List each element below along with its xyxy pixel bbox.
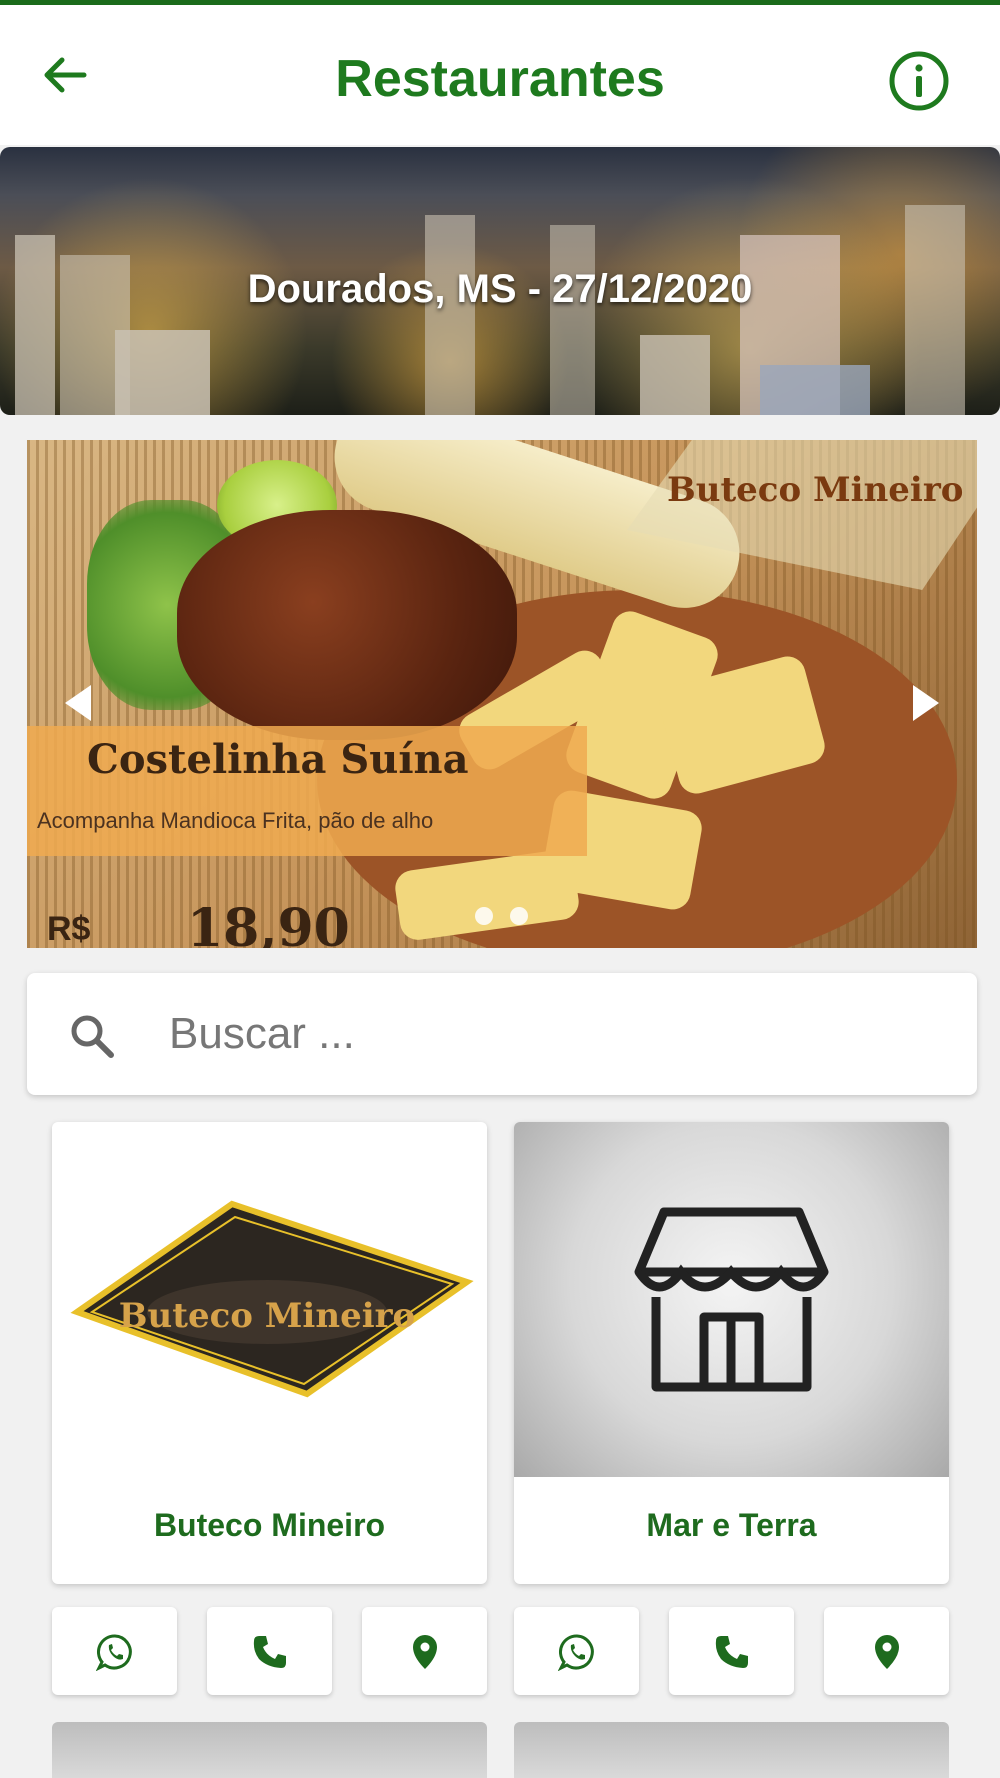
whatsapp-button[interactable] [52,1607,177,1695]
restaurant-name: Buteco Mineiro [153,1507,386,1543]
price-value: 18,90 [187,898,350,948]
whatsapp-button[interactable] [514,1607,639,1695]
location-button[interactable] [362,1607,487,1695]
search-bar [27,973,977,1095]
search-icon [67,1011,117,1061]
restaurant-card-partial[interactable] [514,1722,949,1778]
call-button[interactable] [207,1607,332,1695]
call-button[interactable] [669,1607,794,1695]
dish-description: Acompanha Mandioca Frita, pão de alho [37,808,434,833]
search-input[interactable] [167,998,931,1070]
whatsapp-icon [96,1634,132,1671]
app-bar: Restaurantes [0,5,1000,145]
building-shape [640,335,710,415]
card-logo-text: Buteco Mineiro [119,1296,415,1336]
phone-icon [715,1636,748,1668]
restaurant-image [514,1122,949,1477]
building-shape [425,215,475,415]
restaurant-card[interactable]: Mar e Terra [514,1122,949,1584]
restaurant-name: Mar e Terra [646,1507,817,1543]
location-pin-icon [413,1635,437,1669]
building-shape [115,330,210,415]
banner-caption: Dourados, MS - 27/12/2020 [247,267,753,311]
dish-name: Costelinha Suína [87,736,469,783]
location-button[interactable] [824,1607,949,1695]
info-circle-icon[interactable] [888,50,950,112]
location-pin-icon [875,1635,899,1669]
price-currency: R$ [47,910,91,948]
carousel-dot[interactable] [475,907,493,925]
restaurant-card[interactable]: Buteco Mineiro Buteco Mineiro [52,1122,487,1584]
brand-logo-text: Buteco Mineiro [667,470,964,510]
city-banner: Dourados, MS - 27/12/2020 [0,147,1000,415]
storefront-icon [634,1202,829,1392]
page-title: Restaurantes [335,50,665,108]
pork-ribs [177,510,517,740]
whatsapp-icon [558,1634,594,1671]
restaurant-logo-image: Buteco Mineiro [52,1122,487,1477]
building-shape [550,225,595,415]
carousel-next-icon[interactable] [913,685,939,721]
promo-carousel[interactable]: Buteco Mineiro Costelinha Suína Acompanh… [27,440,977,948]
carousel-prev-icon[interactable] [65,685,91,721]
building-shape [15,235,55,415]
building-shape [760,365,870,415]
carousel-dot[interactable] [510,907,528,925]
restaurant-card-partial[interactable] [52,1722,487,1778]
phone-icon [253,1636,286,1668]
